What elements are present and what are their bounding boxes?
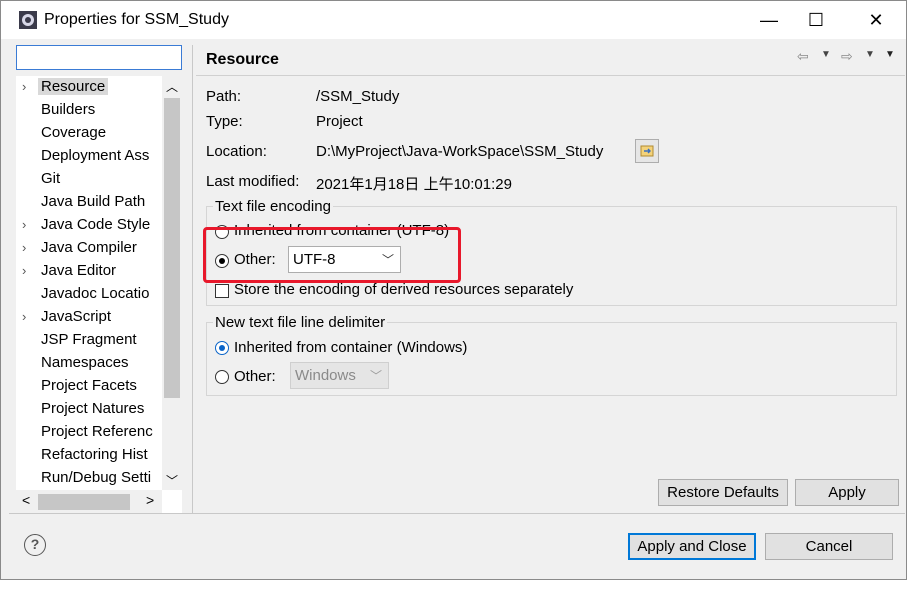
tree-item[interactable]: Deployment Ass [16, 145, 166, 168]
tree-item-label: Project Referenc [41, 423, 153, 440]
help-icon[interactable]: ? [24, 534, 46, 556]
tree-item[interactable]: Java Build Path [16, 191, 166, 214]
delimiter-inherited-label[interactable]: Inherited from container (Windows) [234, 339, 467, 356]
tree-item-label: Project Natures [41, 400, 145, 417]
back-arrow-icon[interactable]: ⇦ [797, 48, 809, 65]
show-in-system-explorer-button[interactable] [635, 139, 659, 163]
tree-item[interactable]: › Java Code Style [16, 214, 166, 237]
tree-item-label: Git [41, 170, 61, 187]
tree-item-label: Java Editor [41, 262, 117, 279]
expand-chevron-icon[interactable]: › [22, 217, 26, 232]
store-derived-encoding-checkbox[interactable] [215, 284, 229, 298]
expand-chevron-icon[interactable]: › [22, 263, 26, 278]
tree-vertical-scroll-thumb[interactable] [164, 98, 180, 398]
tree-item[interactable]: Project Facets [16, 375, 166, 398]
scroll-down-icon[interactable]: ﹀ [166, 472, 178, 489]
back-menu-chevron-icon[interactable]: ▼ [821, 49, 831, 60]
tree-item-label: Java Code Style [41, 216, 151, 233]
maximize-button[interactable]: ☐ [793, 1, 839, 39]
tree-item-label: Java Compiler [41, 239, 137, 256]
expand-chevron-icon[interactable]: › [22, 309, 26, 324]
tree-item[interactable]: › Java Compiler [16, 237, 166, 260]
tree-item[interactable]: Javadoc Locatio [16, 283, 166, 306]
delimiter-select[interactable]: Windows ﹀ [290, 362, 389, 389]
tree-item[interactable]: Run/Debug Setti [16, 467, 166, 490]
delimiter-select-value: Windows [295, 367, 356, 384]
store-derived-encoding-label[interactable]: Store the encoding of derived resources … [234, 281, 573, 298]
tree-item-label: Builders [41, 101, 96, 118]
page-navigation: ⇦ ▼ ⇨ ▼ ▼ [797, 48, 897, 66]
tree-item-label: Coverage [41, 124, 107, 141]
tree-item-label: Deployment Ass [41, 147, 150, 164]
tree-item[interactable]: Coverage [16, 122, 166, 145]
tree-item[interactable]: › Resource [16, 76, 166, 99]
scroll-left-icon[interactable]: < [22, 492, 30, 508]
location-label: Location: [206, 143, 267, 160]
tree-item[interactable]: Git [16, 168, 166, 191]
forward-menu-chevron-icon[interactable]: ▼ [865, 49, 875, 60]
tree-horizontal-scrollbar[interactable]: < > [16, 490, 162, 514]
tree-item-label: Refactoring Hist [41, 446, 148, 463]
forward-arrow-icon[interactable]: ⇨ [841, 48, 853, 65]
maximize-icon: ☐ [807, 9, 825, 30]
page-title-separator [196, 75, 905, 76]
close-icon: ✕ [868, 9, 884, 30]
location-value: D:\MyProject\Java-WorkSpace\SSM_Study [316, 143, 604, 160]
tree-item-label: Resource [38, 78, 109, 95]
tree-item[interactable]: Namespaces [16, 352, 166, 375]
expand-chevron-icon[interactable]: › [22, 240, 26, 255]
tree-item-label: Project Facets [41, 377, 137, 394]
eclipse-app-icon [19, 11, 37, 29]
delimiter-other-radio[interactable] [215, 370, 229, 384]
last-modified-value: 2021年1月18日 上午10:01:29 [316, 176, 512, 193]
path-label: Path: [206, 88, 242, 105]
tree-item[interactable]: Refactoring Hist [16, 444, 166, 467]
line-delimiter-title: New text file line delimiter [213, 314, 388, 331]
tree-horizontal-scroll-thumb[interactable] [38, 494, 130, 510]
restore-defaults-button[interactable]: Restore Defaults [658, 479, 788, 506]
page-title: Resource [206, 51, 279, 68]
window-title: Properties for SSM_Study [44, 11, 229, 28]
tree-item-label: JavaScript [41, 308, 112, 325]
tree-item-label: Java Build Path [41, 193, 146, 210]
expand-chevron-icon[interactable]: › [22, 79, 26, 94]
path-value: /SSM_Study [316, 88, 400, 105]
tree-item-label: JSP Fragment [41, 331, 137, 348]
apply-and-close-button[interactable]: Apply and Close [628, 533, 756, 560]
scroll-up-icon[interactable]: ︿ [166, 78, 178, 95]
apply-button[interactable]: Apply [795, 479, 899, 506]
footer-separator [9, 513, 905, 514]
last-modified-label: Last modified: [206, 173, 300, 190]
tree-item-label: Namespaces [41, 354, 129, 371]
view-menu-icon[interactable]: ▼ [885, 49, 895, 60]
title-bar: Properties for SSM_Study — ☐ ✕ [1, 1, 906, 39]
tree-item[interactable]: Project Referenc [16, 421, 166, 444]
tree-vertical-scrollbar[interactable]: ︿ ﹀ [162, 76, 182, 490]
minimize-button[interactable]: — [746, 1, 792, 39]
chevron-down-icon: ﹀ [369, 369, 382, 383]
open-folder-icon [640, 145, 654, 157]
cancel-button[interactable]: Cancel [765, 533, 893, 560]
delimiter-inherited-radio[interactable] [215, 341, 229, 355]
minimize-icon: — [760, 9, 778, 30]
close-button[interactable]: ✕ [853, 1, 899, 39]
tree-item[interactable]: Project Natures [16, 398, 166, 421]
type-label: Type: [206, 113, 243, 130]
tree-item-label: Javadoc Locatio [41, 285, 150, 302]
tree-item[interactable]: › Java Editor [16, 260, 166, 283]
type-value: Project [316, 113, 363, 130]
filter-input[interactable] [16, 45, 182, 70]
delimiter-other-label[interactable]: Other: [234, 368, 276, 385]
tree-item[interactable]: JSP Fragment [16, 329, 166, 352]
highlight-annotation [203, 227, 461, 283]
tree-item[interactable]: › JavaScript [16, 306, 166, 329]
tree-item-label: Run/Debug Setti [41, 469, 152, 486]
pane-divider[interactable] [192, 45, 193, 513]
tree-item[interactable]: Builders [16, 99, 166, 122]
property-page-tree: › Resource Builders Coverage Deployment Ass G… [16, 76, 182, 514]
text-file-encoding-title: Text file encoding [213, 198, 333, 215]
scroll-right-icon[interactable]: > [146, 492, 154, 508]
